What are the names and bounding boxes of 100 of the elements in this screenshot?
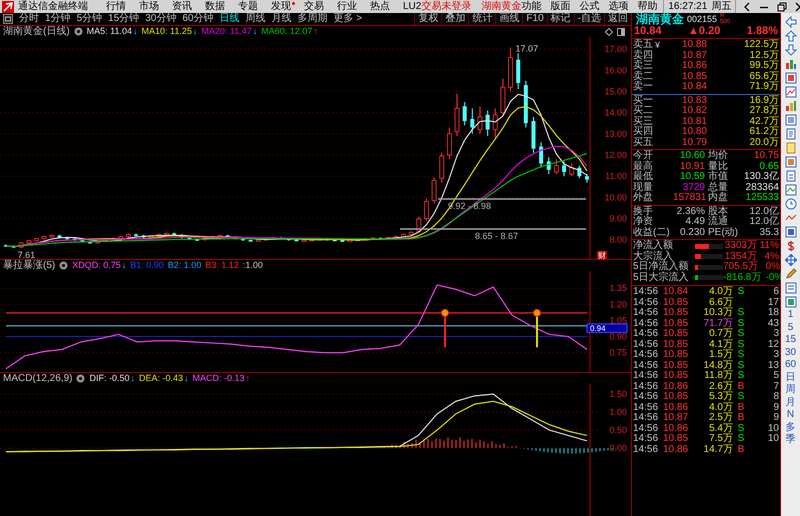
indicator-value: B3: 1.12 xyxy=(205,260,239,271)
stat-value: 35.3 xyxy=(758,228,779,238)
axis-label: 1.20 xyxy=(609,299,627,310)
order-volume: 99.5万 xyxy=(748,61,779,72)
stat-label: 外盘 xyxy=(633,193,654,204)
axis-label: 17.00 xyxy=(604,44,627,54)
tick-side: S xyxy=(736,350,746,360)
axis-label: 1.00 xyxy=(609,407,627,418)
tick-volume: 6.6万 xyxy=(708,298,734,308)
stat-label: 股本 xyxy=(707,206,729,216)
last-price: 10.84 xyxy=(634,25,662,38)
indicator-value: DIF: -0.50 xyxy=(89,373,130,384)
order-volume: 42.7万 xyxy=(748,116,779,126)
trend-arrow: ↓ xyxy=(130,373,135,384)
tick-price: 10.86 xyxy=(663,382,690,392)
currency-mark: ¥ xyxy=(655,40,660,50)
tick-count: 8 xyxy=(772,392,779,402)
tick-time: 14:56 xyxy=(633,413,660,424)
stock-code: 002155 xyxy=(687,14,718,24)
tick-price: 10.87 xyxy=(663,413,690,424)
stat-label: 收益(二) xyxy=(633,228,671,238)
tick-count: 5 xyxy=(772,371,779,382)
tick-volume: 5.4万 xyxy=(708,424,734,434)
stat-value: 125533 xyxy=(744,193,779,204)
tick-volume: 14.8万 xyxy=(702,360,734,370)
order-price: 10.80 xyxy=(680,127,708,138)
tick-time: 14:56 xyxy=(633,350,660,360)
trend-arrow: ↓ xyxy=(184,373,189,384)
indicator-value: B1: 0.90 xyxy=(130,260,164,271)
trend-arrow: ↓ xyxy=(192,26,198,37)
tick-volume: 71.7万 xyxy=(702,318,734,328)
chart-title: 湖南黄金(日线) xyxy=(3,26,70,37)
stat-value: 283364 xyxy=(744,182,779,193)
flow-value: 1354万 xyxy=(724,252,757,262)
order-volume: 12.5万 xyxy=(748,50,779,60)
tick-count: 10 xyxy=(766,424,779,434)
tick-count: 6 xyxy=(772,287,779,298)
tick-time: 14:56 xyxy=(633,382,660,392)
price-change: ▲0.20 xyxy=(688,25,720,38)
flow-percent: 4% xyxy=(764,252,779,262)
stat-label: 市值 xyxy=(707,172,729,182)
stock-name: 湖南黄金 xyxy=(636,14,684,24)
tick-side: S xyxy=(736,434,746,444)
order-price: 10.83 xyxy=(680,96,708,106)
order-level-label: 卖五 ¥ xyxy=(633,40,662,50)
flow-value: -816.8万 xyxy=(723,272,762,283)
tick-count: 18 xyxy=(766,308,779,318)
tick-price: 10.85 xyxy=(663,298,690,308)
stat-value: 10.60 xyxy=(678,151,705,162)
order-level-label: 卖二 xyxy=(633,72,654,82)
order-price: 10.87 xyxy=(680,50,708,61)
axis-label: 0.90 xyxy=(609,332,627,342)
order-price: 10.79 xyxy=(680,138,708,148)
tick-side: B xyxy=(736,413,746,424)
order-price: 10.85 xyxy=(680,72,708,82)
tick-time: 14:56 xyxy=(633,360,660,371)
tick-side: B xyxy=(736,444,746,455)
tick-count: 17 xyxy=(766,298,779,308)
tick-count: 13 xyxy=(766,360,779,371)
indicator-value: MA10: 11.25 xyxy=(142,26,192,37)
tick-side: S xyxy=(736,424,746,434)
status-text: 湖南黄金 xyxy=(481,0,522,12)
stat-label: 最高 xyxy=(633,162,654,172)
tick-side: S xyxy=(736,392,746,402)
axis-label: 10.00 xyxy=(604,192,627,202)
trend-arrow: ↑ xyxy=(246,373,250,384)
tick-volume: 4.1万 xyxy=(708,340,734,350)
weekday-label: 周五 xyxy=(711,0,732,12)
axis-label: 1.50 xyxy=(609,389,627,400)
tick-volume: 4.0万 xyxy=(708,402,734,412)
stat-value: 0.65 xyxy=(758,162,779,172)
order-level-label: 买三 xyxy=(633,116,654,126)
price-annotation: 7.61 xyxy=(18,250,36,259)
tick-side: B xyxy=(736,402,746,413)
stat-value: 10.75 xyxy=(752,151,779,162)
indicator-value: MA5: 11.04 xyxy=(86,26,132,37)
tick-volume: 5.3万 xyxy=(708,392,734,402)
axis-label: 1.05 xyxy=(609,315,627,326)
tick-price: 10.85 xyxy=(663,434,690,444)
order-price: 10.86 xyxy=(680,61,708,72)
tick-time: 14:56 xyxy=(633,392,660,402)
current-value-label: 0.94 xyxy=(586,323,628,333)
axis-label: 15.00 xyxy=(604,86,627,96)
stat-value: 12.0亿 xyxy=(748,217,779,228)
indicator-title: 暴拉暴涨(5) xyxy=(3,260,56,271)
axis-label: 1.35 xyxy=(609,283,627,294)
tick-count: 9 xyxy=(772,402,779,413)
tick-volume: 14.7万 xyxy=(702,444,734,455)
tick-time: 14:56 xyxy=(633,340,660,350)
stat-label: 现量 xyxy=(633,182,654,192)
order-level-label: 买四 xyxy=(633,127,654,137)
stat-value: 2.36% xyxy=(676,206,705,217)
order-level-label: 买五 xyxy=(633,138,654,148)
tick-time: 14:56 xyxy=(633,318,660,329)
tick-time: 14:56 xyxy=(633,298,660,308)
tick-price: 10.85 xyxy=(663,308,690,318)
tick-price: 10.86 xyxy=(663,444,690,455)
tick-volume: 7.5万 xyxy=(708,434,734,444)
axis-label: 16.00 xyxy=(604,65,627,76)
tick-count: 3 xyxy=(772,350,779,360)
